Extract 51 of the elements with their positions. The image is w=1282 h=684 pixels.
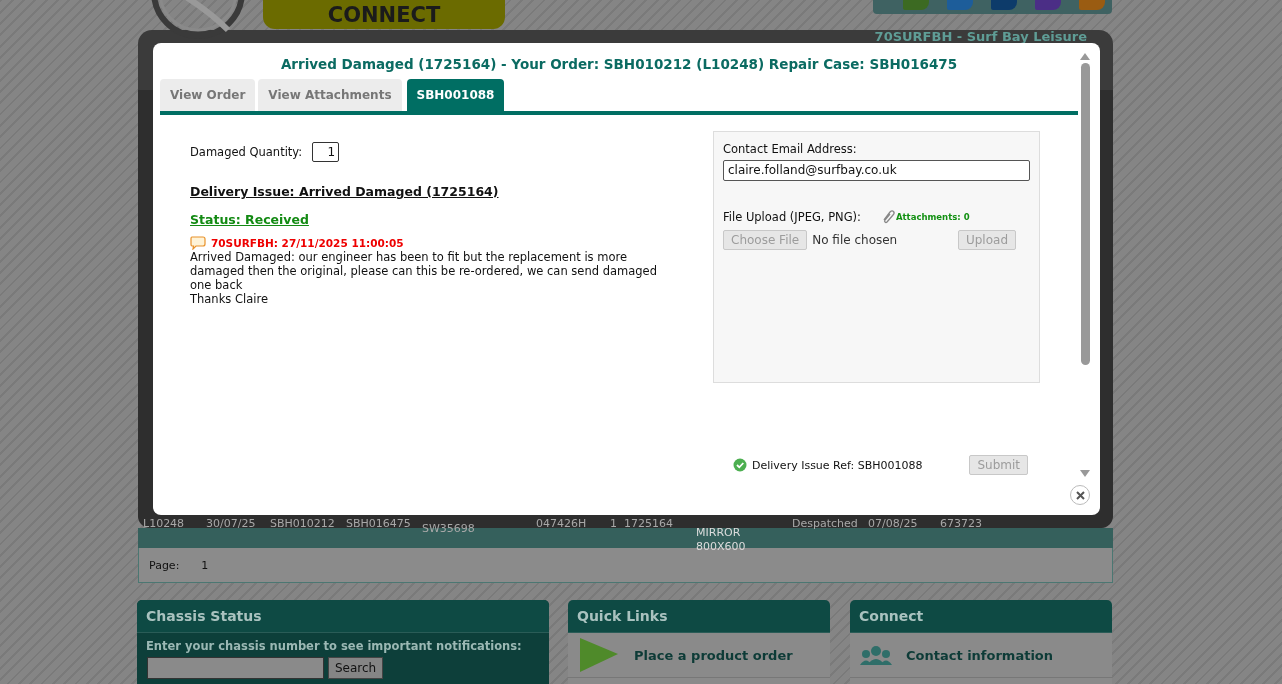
table-cell-text: 07/08/25 [868, 517, 919, 532]
reference-text: Delivery Issue Ref: SBH001088 [752, 458, 923, 472]
attachments-count: Attachments: 0 [895, 211, 970, 222]
table-cell-text: L10248 [143, 517, 186, 532]
panel-title: Chassis Status [137, 600, 549, 633]
chassis-prompt: Enter your chassis number to see important notifications: [145, 638, 523, 655]
comment-text: Thanks Claire [190, 292, 269, 306]
tab[interactable]: View Attachments [258, 79, 402, 111]
table-cell-text: 30/07/25 [206, 517, 257, 532]
table-cell-text: 047426H [536, 517, 588, 532]
scroll-up-icon[interactable] [1080, 53, 1090, 60]
close-button[interactable] [1070, 485, 1090, 505]
account-name: 70SURFBH - Surf Bay Leisure [874, 31, 1087, 43]
upload-label: File Upload (JPEG, PNG): [723, 209, 861, 224]
search-button[interactable]: Search [328, 657, 384, 679]
quantity-field[interactable]: 1 [312, 142, 340, 162]
speech-bubble-icon [190, 236, 206, 250]
table-cell-text: 1725164 [624, 517, 674, 532]
panel-title: Connect [850, 600, 1112, 633]
panel-title: Quick Links [568, 600, 830, 633]
tab[interactable]: SBH001088 [406, 79, 505, 111]
dialog-title: Arrived Damaged (1725164) - Your Order: SBH010212 (L10248) Repair Case: SBH016475 [279, 55, 959, 74]
people-icon [860, 646, 892, 665]
table-cell-text: SBH010212 [270, 517, 336, 532]
quick-link[interactable]: Place a product order [634, 647, 793, 663]
email-label: Contact Email Address: [723, 142, 858, 156]
issue-heading: Delivery Issue: Arrived Damaged (1725164) [190, 184, 500, 199]
chassis-input-field[interactable] [147, 657, 324, 679]
paperclip-icon [883, 210, 895, 224]
page-label: Page: [149, 558, 180, 572]
table-cell-text: SBH016475 [346, 517, 412, 532]
email-field[interactable]: claire.folland@surfbay.co.uk [723, 160, 1030, 181]
table-cell-text: 673723 [940, 517, 983, 532]
table-cell-text: 1 [610, 517, 618, 532]
quick-link[interactable]: Contact information [906, 647, 1054, 663]
status-text: Status: Received [190, 212, 310, 227]
comment-author: 70SURFBH: 27/11/2025 11:00:05 [211, 237, 404, 249]
page-number[interactable]: 1 [201, 558, 209, 572]
scrollbar-thumb[interactable] [1080, 63, 1090, 365]
banner-title: CONNECT [263, 0, 505, 29]
quantity-label: Damaged Quantity: [190, 145, 303, 159]
check-circle-icon [733, 458, 747, 472]
scroll-down-icon[interactable] [1080, 470, 1090, 477]
close-icon [1075, 490, 1085, 500]
table-cell-text: MIRROR 800X600 [696, 525, 747, 554]
play-icon [580, 638, 618, 672]
tab[interactable]: View Order [160, 79, 256, 111]
file-status: No file chosen [812, 233, 898, 247]
table-cell-text: SW35698 [422, 521, 476, 537]
comment-text: Arrived Damaged: our engineer has been to fit but the replacement is more damaged then the original, please can this be re-ordered, we can send damaged one back [190, 250, 658, 292]
table-cell-text: Despatched [792, 517, 859, 532]
